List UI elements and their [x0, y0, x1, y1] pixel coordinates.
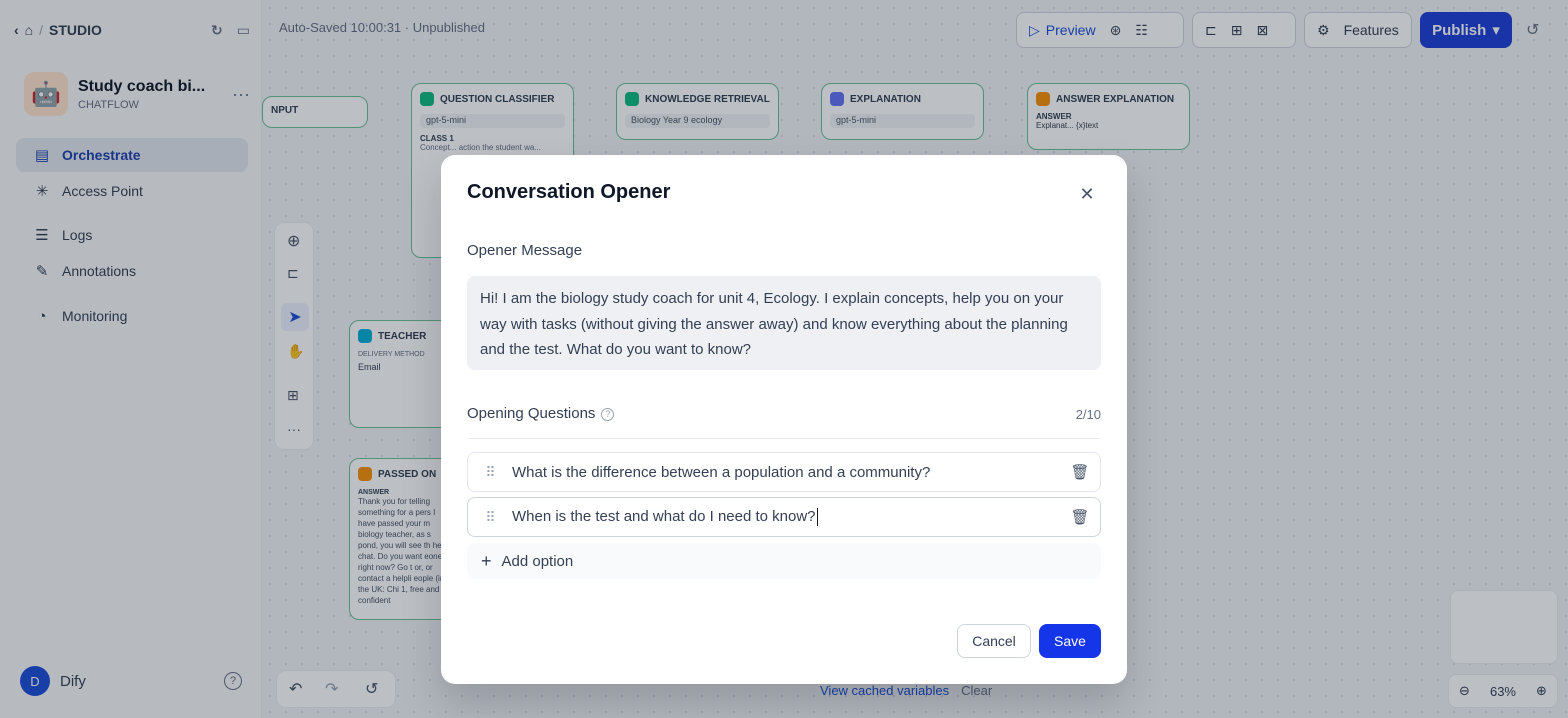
opening-question-row: ⠿ What is the difference between a popul… [467, 452, 1101, 492]
text-caret [816, 508, 818, 527]
cancel-button[interactable]: Cancel [957, 624, 1031, 658]
dialog-title: Conversation Opener [467, 181, 671, 203]
opening-questions-label: Opening Questions [467, 405, 596, 422]
save-button[interactable]: Save [1039, 624, 1101, 658]
drag-handle-icon[interactable]: ⠿ [468, 509, 512, 526]
plus-icon: + [481, 550, 492, 571]
opening-question-input[interactable]: What is the difference between a populat… [512, 464, 1060, 481]
opener-message-label: Opener Message [467, 242, 583, 259]
opening-question-input[interactable]: When is the test and what do I need to k… [512, 507, 1060, 527]
questions-count: 2/10 [1075, 407, 1101, 422]
conversation-opener-dialog: Conversation Opener ✕ Opener Message Hi!… [441, 155, 1127, 684]
add-option-label: Add option [501, 552, 574, 570]
opener-message-textarea[interactable]: Hi! I am the biology study coach for uni… [467, 276, 1101, 370]
trash-icon[interactable]: 🗑 [1060, 463, 1100, 481]
add-option-button[interactable]: + Add option [467, 543, 1101, 579]
opening-question-text: When is the test and what do I need to k… [512, 507, 816, 525]
divider [467, 438, 1101, 439]
close-icon[interactable]: ✕ [1077, 184, 1097, 204]
opening-questions-header: Opening Questions? [467, 405, 615, 422]
drag-handle-icon[interactable]: ⠿ [468, 464, 512, 481]
trash-icon[interactable]: 🗑 [1060, 508, 1100, 526]
help-icon[interactable]: ? [601, 407, 615, 421]
opening-question-row: ⠿ When is the test and what do I need to… [467, 497, 1101, 537]
